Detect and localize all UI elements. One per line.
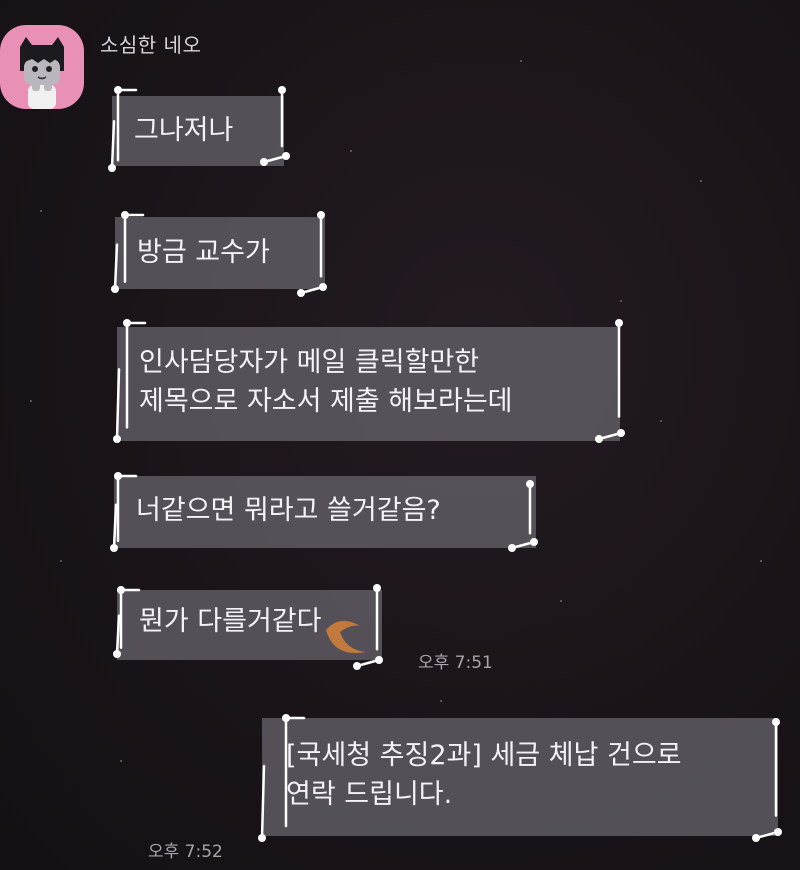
star xyxy=(700,180,702,182)
bubble-frame xyxy=(258,714,782,842)
star xyxy=(30,400,32,402)
star xyxy=(660,420,662,422)
message-bubble[interactable]: 그나저나 xyxy=(108,86,290,172)
star xyxy=(440,700,442,702)
message-bubble[interactable]: 인사담당자가 메일 클릭할만한 제목으로 자소서 제출 해보라는데 xyxy=(113,319,625,443)
neo-cat-icon xyxy=(20,37,64,109)
message-text: 방금 교수가 xyxy=(137,237,270,268)
message-bubble[interactable]: 방금 교수가 xyxy=(111,211,327,297)
avatar[interactable] xyxy=(0,25,84,109)
star xyxy=(620,300,622,302)
received-timestamp: 오후 7:51 xyxy=(418,653,493,673)
bubble-frame xyxy=(110,472,538,552)
bubble-frame xyxy=(113,319,625,443)
message-text: 인사담당자가 메일 클릭할만한 xyxy=(139,347,480,378)
message-bubble[interactable]: 너같으면 뭐라고 쓸거같음? xyxy=(110,472,538,552)
message-text: 제목으로 자소서 제출 해보라는데 xyxy=(139,386,513,417)
sent-timestamp: 오후 7:52 xyxy=(148,842,223,862)
star xyxy=(120,760,122,762)
bubble-frame xyxy=(108,86,290,172)
message-text: 그나저나 xyxy=(134,115,234,146)
star xyxy=(60,560,62,562)
bubble-frame xyxy=(111,211,327,297)
sent-message-bubble[interactable]: [국세청 추징2과] 세금 체납 건으로 연락 드립니다. xyxy=(258,714,782,842)
sender-name: 소심한 네오 xyxy=(100,33,202,57)
bubble-frame xyxy=(113,584,383,670)
message-text: 뭔가 다를거같다 xyxy=(139,606,322,637)
message-text: 너같으면 뭐라고 쓸거같음? xyxy=(136,495,441,526)
star xyxy=(40,210,42,212)
star xyxy=(520,60,522,62)
star xyxy=(560,600,562,602)
message-bubble[interactable]: 뭔가 다를거같다 xyxy=(113,584,383,670)
star xyxy=(760,560,762,562)
message-text: 연락 드립니다. xyxy=(286,779,453,810)
message-text: [국세청 추징2과] 세금 체납 건으로 xyxy=(286,740,682,771)
star xyxy=(350,150,352,152)
